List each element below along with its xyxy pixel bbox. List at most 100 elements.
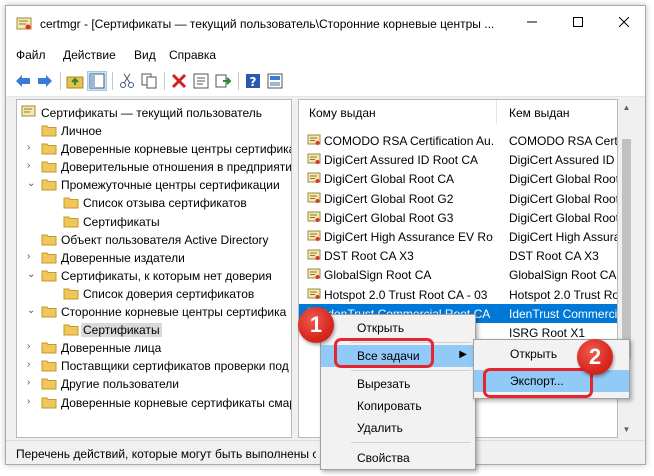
certificate-icon [307, 191, 321, 205]
chevron-right-icon[interactable]: › [27, 341, 37, 353]
folder-icon [41, 358, 57, 372]
step-2-badge: 2 [577, 339, 613, 375]
highlight-all-tasks [334, 338, 434, 368]
menu-item-copy[interactable]: Копировать [321, 395, 475, 417]
tree-item-label: Доверенные лица [61, 341, 162, 356]
mmc-icon[interactable] [266, 72, 284, 90]
tree-item[interactable]: Объект пользователя Active Directory [17, 231, 291, 249]
export-list-icon[interactable] [214, 72, 232, 90]
cert-list-row[interactable]: DigiCert Global Root G2 DigiCert Global R… [299, 189, 617, 208]
menu-separator [351, 370, 471, 371]
tree-item[interactable]: › Доверительные отношения в предприяти [17, 158, 291, 176]
folder-icon [63, 322, 79, 336]
toolbar-separator [60, 72, 61, 90]
tree-item-label: Другие пользователи [61, 377, 179, 392]
show-tree-icon[interactable] [87, 71, 107, 91]
tree-item-label: Доверенные корневые сертификаты смар [61, 395, 292, 410]
tree-item[interactable]: ⌄ Сторонние корневые центры сертифика [17, 303, 291, 321]
back-arrow-icon[interactable] [14, 72, 32, 90]
scroll-thumb[interactable] [622, 139, 631, 359]
tree-item-label: Сертификаты [81, 323, 162, 338]
menu-help[interactable]: Справка [169, 48, 216, 62]
folder-icon [41, 250, 57, 264]
menu-item-cut[interactable]: Вырезать [321, 373, 475, 395]
tree-item[interactable]: › Другие пользователи [17, 375, 291, 393]
cell-issued-by: DigiCert High Assura [509, 230, 618, 244]
certmgr-icon [16, 16, 32, 32]
submenu-item-open-label: Открыть [510, 347, 558, 361]
tree-item[interactable]: › Доверенные корневые сертификаты смар [17, 394, 292, 412]
menu-item-open[interactable]: Открыть [321, 317, 475, 339]
tree-item[interactable]: ⌄ Промежуточные центры сертификации [17, 176, 291, 194]
tree-item-label: Поставщики сертификатов проверки под [61, 359, 289, 374]
cert-store-icon [21, 105, 37, 119]
chevron-right-icon[interactable]: › [27, 251, 37, 263]
tree-item[interactable]: ⌄ Сертификаты, к которым нет доверия [17, 267, 291, 285]
chevron-down-icon[interactable]: ⌄ [27, 178, 37, 190]
cert-list-row[interactable]: DST Root CA X3 DST Root CA X3 [299, 246, 617, 265]
cert-list-row[interactable]: DigiCert Assured ID Root CA DigiCert Assu… [299, 150, 617, 169]
forward-arrow-icon[interactable] [36, 72, 54, 90]
chevron-right-icon[interactable]: › [27, 160, 37, 172]
menu-file[interactable]: Файл [16, 48, 46, 62]
tree-item[interactable]: Личное [17, 122, 291, 140]
delete-icon[interactable] [170, 72, 188, 90]
toolbar-separator [238, 72, 239, 90]
chevron-down-icon[interactable]: ⌄ [27, 305, 37, 317]
column-issued-by[interactable]: Кем выдан [509, 106, 570, 120]
up-folder-icon[interactable] [66, 72, 84, 90]
chevron-right-icon[interactable]: › [27, 142, 37, 154]
tree-item-label: Список отзыва сертификатов [83, 196, 247, 211]
toolbar-separator [112, 72, 113, 90]
cut-icon[interactable] [118, 72, 136, 90]
menu-action[interactable]: Действие [63, 48, 116, 62]
menu-item-open-label: Открыть [357, 321, 405, 335]
cert-list-row[interactable]: GlobalSign Root CA GlobalSign Root CA [299, 265, 617, 284]
close-button[interactable] [601, 6, 645, 38]
scroll-up-icon[interactable]: ▲ [622, 103, 631, 112]
status-text: Перечень действий, которые могут быть вы… [16, 447, 316, 461]
tree-item[interactable]: Список доверия сертификатов [17, 285, 291, 303]
menu-item-delete-label: Удалить [357, 421, 403, 435]
chevron-right-icon[interactable]: › [27, 377, 37, 389]
copy-icon[interactable] [140, 72, 158, 90]
certificate-icon [307, 287, 321, 301]
maximize-button[interactable] [555, 6, 601, 38]
highlight-export [483, 368, 593, 398]
chevron-right-icon[interactable]: › [27, 396, 37, 408]
tree-item[interactable]: › Доверенные корневые центры сертифика [17, 140, 291, 158]
minimize-button[interactable] [509, 6, 555, 38]
properties-icon[interactable] [192, 72, 210, 90]
chevron-down-icon[interactable]: ⌄ [27, 269, 37, 281]
tree-item-label: Доверенные издатели [61, 250, 185, 265]
menu-item-delete[interactable]: Удалить [321, 417, 475, 439]
tree-item[interactable]: Список отзыва сертификатов [17, 194, 291, 212]
tree-item[interactable]: Сертификаты [17, 321, 291, 339]
cert-list-row[interactable]: DigiCert Global Root G3 DigiCert Global R… [299, 208, 617, 227]
toolbar: ? [6, 66, 645, 97]
cell-issued-to: Hotspot 2.0 Trust Root CA - 03 [324, 287, 488, 302]
chevron-right-icon[interactable]: › [27, 359, 37, 371]
cert-list-row[interactable]: Hotspot 2.0 Trust Root CA - 03 Hotspot 2.… [299, 285, 617, 304]
cell-issued-by: COMODO RSA Certific [509, 134, 618, 148]
menu-view[interactable]: Вид [134, 48, 156, 62]
cert-list-row[interactable]: COMODO RSA Certification Au... COMODO RSA… [299, 131, 618, 150]
tree-item[interactable]: › Поставщики сертификатов проверки под [17, 357, 291, 375]
cert-list-row[interactable]: DigiCert High Assurance EV Ro... DigiCert… [299, 227, 618, 246]
help-icon[interactable]: ? [244, 72, 262, 90]
tree-item-label: Личное [61, 124, 102, 138]
cert-list-row[interactable]: DigiCert Global Root CA DigiCert Global R… [299, 169, 617, 188]
folder-icon [41, 268, 57, 282]
scroll-down-icon[interactable]: ▼ [622, 425, 631, 434]
certificate-icon [307, 152, 321, 166]
tree-item[interactable]: › Доверенные издатели [17, 249, 291, 267]
tree-root[interactable]: Сертификаты — текущий пользователь [17, 104, 291, 122]
folder-icon [41, 376, 57, 390]
menu-item-properties[interactable]: Свойства [321, 447, 475, 469]
column-divider[interactable] [496, 100, 497, 124]
step-1-badge: 1 [298, 307, 334, 343]
tree-item[interactable]: › Доверенные лица [17, 339, 291, 357]
tree-item-label: Список доверия сертификатов [83, 286, 255, 301]
tree-item[interactable]: Сертификаты [17, 213, 291, 231]
column-issued-to[interactable]: Кому выдан [309, 106, 376, 120]
